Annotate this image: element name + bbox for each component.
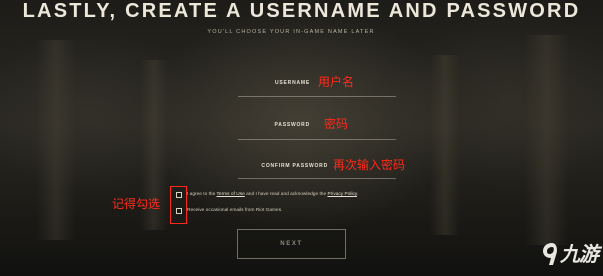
next-button[interactable]: NEXT <box>237 229 346 259</box>
emails-checkbox[interactable] <box>176 208 182 214</box>
terms-text-middle: and I have read and acknowledge the <box>244 192 328 197</box>
terms-checkbox[interactable] <box>176 192 182 198</box>
checkbox-annotation: 记得勾选 <box>112 197 161 211</box>
watermark: 九游 <box>541 239 601 269</box>
terms-text-after: . <box>356 192 359 197</box>
emails-text: Receive occasional emails from Riot Game… <box>187 208 283 213</box>
password-underline <box>238 139 396 140</box>
terms-of-use-link[interactable]: Terms of Use <box>217 192 245 197</box>
background-pillar <box>36 40 76 240</box>
background-pillar <box>430 55 460 235</box>
username-input[interactable] <box>238 82 396 96</box>
password-input[interactable] <box>238 124 396 138</box>
watermark-text: 九游 <box>560 242 599 266</box>
terms-text-before: I agree to the <box>187 192 217 197</box>
username-underline <box>238 96 396 97</box>
page-title: LASTLY, CREATE A USERNAME AND PASSWORD <box>22 0 581 22</box>
page-subtitle: YOU'LL CHOOSE YOUR IN-GAME NAME LATER <box>207 29 375 35</box>
confirm-password-underline <box>238 178 396 179</box>
privacy-policy-link[interactable]: Privacy Policy <box>327 192 357 197</box>
confirm-password-input[interactable] <box>238 165 396 179</box>
background-pillar <box>525 35 569 245</box>
signup-screen: LASTLY, CREATE A USERNAME AND PASSWORD Y… <box>0 0 603 276</box>
terms-text: I agree to the Terms of Use and I have r… <box>187 192 358 197</box>
